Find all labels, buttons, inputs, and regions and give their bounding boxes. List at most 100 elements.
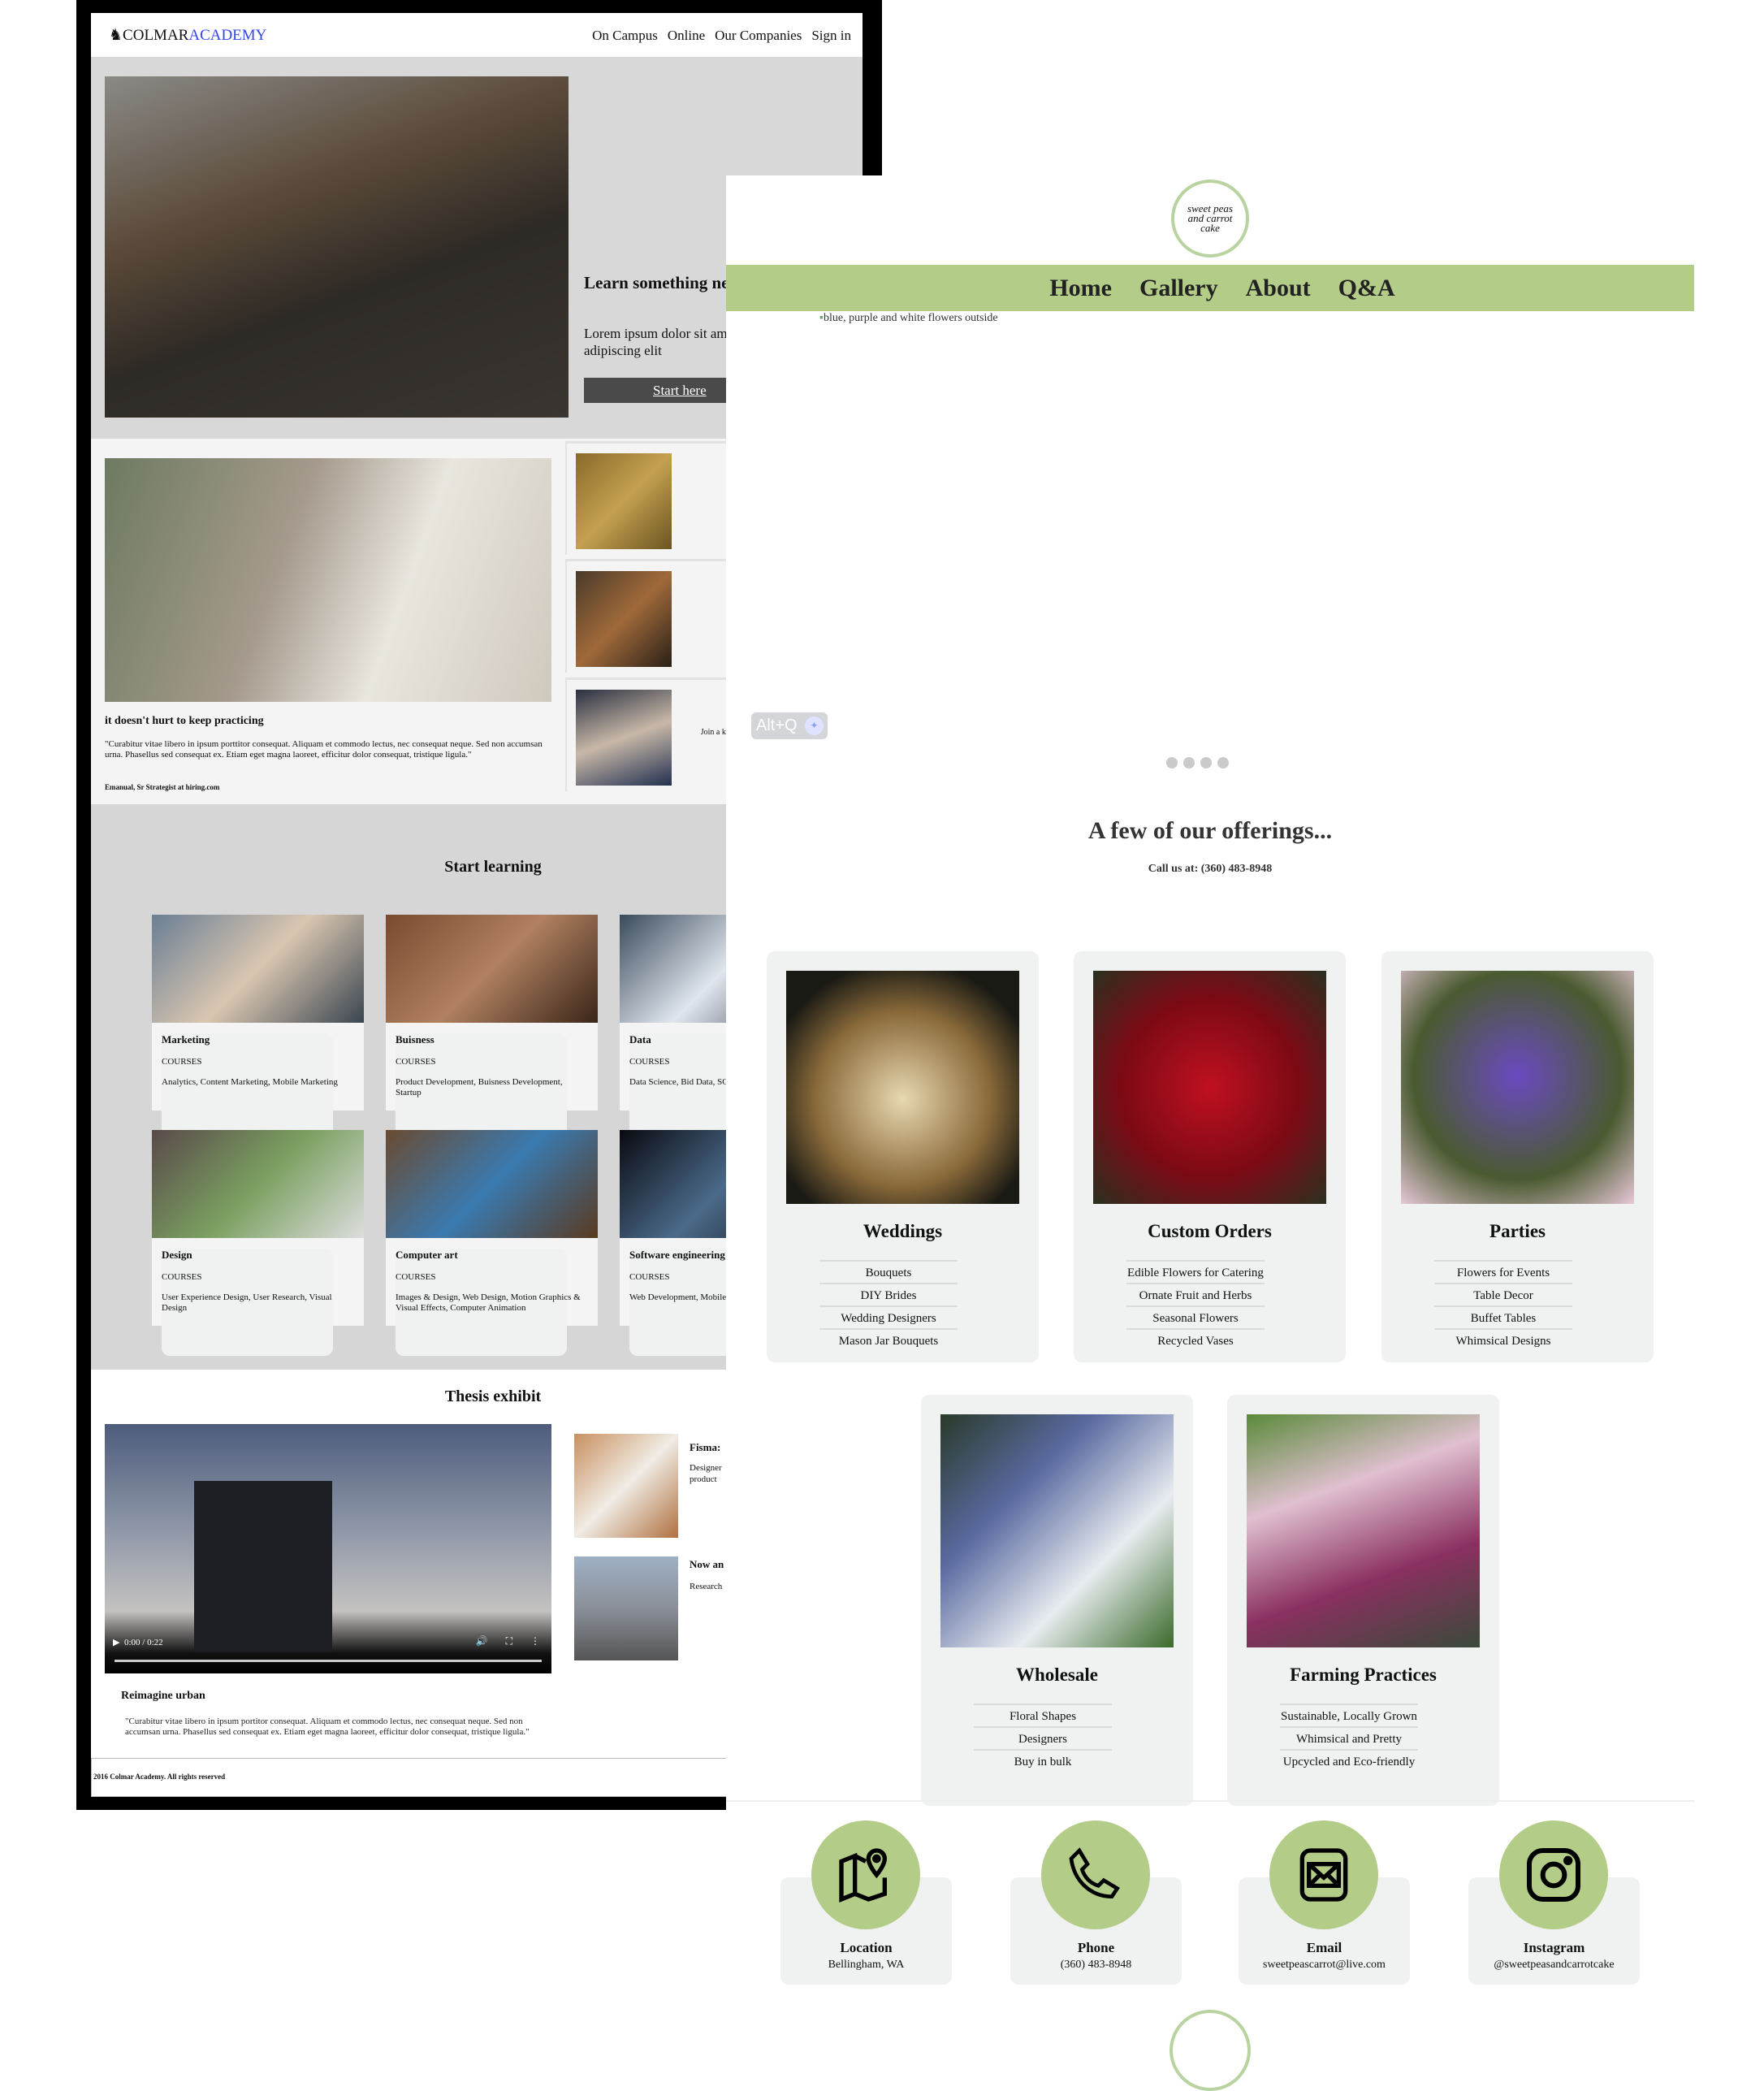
nav-about[interactable]: About xyxy=(1246,275,1311,302)
offering-item: Flowers for Events xyxy=(1434,1260,1572,1283)
item-text: Research xyxy=(690,1582,723,1591)
nav-online[interactable]: Online xyxy=(668,28,705,44)
play-icon[interactable]: ▶ xyxy=(113,1638,119,1647)
divider xyxy=(726,1800,1694,1802)
course-kind: COURSES xyxy=(162,1057,202,1067)
offering-image xyxy=(1093,971,1326,1204)
contact-value: Bellingham, WA xyxy=(828,1959,905,1971)
nav-sign-in[interactable]: Sign in xyxy=(811,28,851,44)
offering-list: Floral Shapes Designers Buy in bulk xyxy=(974,1704,1112,1772)
thesis-quote: "Curabitur vitae libero in ipsum portito… xyxy=(125,1717,530,1737)
offering-card: Farming Practices Sustainable, Locally Gr… xyxy=(1227,1395,1499,1806)
alt-q-badge[interactable]: Alt+Q ✦ xyxy=(751,712,828,739)
offering-image xyxy=(1247,1414,1480,1647)
fullscreen-icon[interactable]: ⛶ xyxy=(506,1635,512,1647)
offering-item: Whimsical Designs xyxy=(1434,1328,1572,1351)
course-kind: COURSES xyxy=(629,1057,670,1067)
top-nav: On Campus Online Our Companies Sign in xyxy=(592,28,851,44)
offering-card: Custom Orders Edible Flowers for Catering… xyxy=(1074,951,1346,1362)
feature-heading: it doesn't hurt to keep practicing xyxy=(105,715,264,727)
header: ♞COLMARACADEMY On Campus Online Our Comp… xyxy=(91,13,863,57)
item-title: Fisma: xyxy=(690,1441,721,1453)
offering-item: Mason Jar Bouquets xyxy=(819,1328,958,1351)
carousel-dot[interactable] xyxy=(1200,757,1212,768)
course-image xyxy=(152,1130,364,1238)
map-pin-icon[interactable] xyxy=(811,1820,920,1929)
course-kind: COURSES xyxy=(629,1272,670,1282)
offering-item: Floral Shapes xyxy=(974,1704,1112,1726)
course-card[interactable]: Buisness COURSES Product Development, Buis… xyxy=(386,915,598,1141)
instagram-icon[interactable] xyxy=(1499,1820,1608,1929)
course-image xyxy=(386,1130,598,1238)
nav-our-companies[interactable]: Our Companies xyxy=(715,28,802,44)
offering-item: Whimsical and Pretty xyxy=(1280,1726,1418,1749)
offering-list: Flowers for Events Table Decor Buffet Tabl… xyxy=(1434,1260,1572,1351)
course-card[interactable]: Computer art COURSES Images & Design, Web … xyxy=(386,1130,598,1356)
course-card[interactable]: Marketing COURSES Analytics, Content Marke… xyxy=(152,915,364,1141)
offering-card: Weddings Bouquets DIY Brides Wedding Design… xyxy=(767,951,1039,1362)
nav-on-campus[interactable]: On Campus xyxy=(592,28,658,44)
footer-logo xyxy=(1170,2010,1251,2091)
offering-item: DIY Brides xyxy=(819,1283,958,1305)
assistant-icon: ✦ xyxy=(805,716,824,735)
thesis-heading: Reimagine urban xyxy=(121,1690,205,1702)
knight-icon: ♞ xyxy=(109,27,123,44)
video-player[interactable]: ▶ 0:00 / 0:22 🔊 ⛶ ⋮ xyxy=(105,1424,551,1673)
item-text: Designer product xyxy=(690,1463,722,1484)
course-desc: Analytics, Content Marketing, Mobile Mar… xyxy=(162,1077,338,1087)
carousel-dot[interactable] xyxy=(1166,757,1178,768)
thumbnail xyxy=(576,571,672,667)
offering-title: Custom Orders xyxy=(1148,1221,1272,1241)
offering-title: Weddings xyxy=(863,1221,943,1241)
thumbnail xyxy=(576,690,672,786)
video-frame xyxy=(194,1481,332,1652)
offering-item: Wedding Designers xyxy=(819,1305,958,1328)
offering-image xyxy=(786,971,1019,1204)
call-us: Call us at: (360) 483-8948 xyxy=(1148,863,1273,875)
offering-image xyxy=(940,1414,1174,1647)
course-card[interactable]: Design COURSES User Experience Design, Use… xyxy=(152,1130,364,1356)
nav-qa[interactable]: Q&A xyxy=(1338,275,1395,302)
offering-item: Sustainable, Locally Grown xyxy=(1280,1704,1418,1726)
contact-label: Phone xyxy=(1077,1940,1115,1955)
main-nav: Home Gallery About Q&A xyxy=(726,265,1694,311)
copyright: 2016 Colmar Academy. All rights reserved xyxy=(93,1773,226,1781)
nav-gallery[interactable]: Gallery xyxy=(1139,275,1218,302)
broken-hero-image: ▪blue, purple and white flowers outside xyxy=(819,312,998,324)
course-image xyxy=(386,915,598,1023)
envelope-icon[interactable] xyxy=(1269,1820,1378,1929)
offering-item: Buy in bulk xyxy=(974,1749,1112,1772)
feature-image xyxy=(105,458,551,702)
offering-item: Table Decor xyxy=(1434,1283,1572,1305)
offerings-title: A few of our offerings... xyxy=(1087,817,1333,844)
thumbnail xyxy=(574,1434,678,1538)
course-desc: User Experience Design, User Research, V… xyxy=(162,1292,332,1313)
offering-item: Seasonal Flowers xyxy=(1126,1305,1265,1328)
carousel-dot[interactable] xyxy=(1217,757,1229,768)
colmar-logo[interactable]: ♞COLMARACADEMY xyxy=(109,26,266,45)
offering-item: Ornate Fruit and Herbs xyxy=(1126,1283,1265,1305)
volume-icon[interactable]: 🔊 xyxy=(476,1635,488,1647)
sweetpeas-logo[interactable]: sweet peas and carrot cake xyxy=(1171,180,1249,258)
contact-label: Location xyxy=(840,1940,893,1955)
offering-list: Sustainable, Locally Grown Whimsical and … xyxy=(1280,1704,1418,1772)
contact-label: Email xyxy=(1306,1940,1342,1955)
course-kind: COURSES xyxy=(396,1272,436,1282)
offering-title: Parties xyxy=(1489,1221,1546,1241)
offering-image xyxy=(1401,971,1634,1204)
contact-value[interactable]: @sweetpeasandcarrotcake xyxy=(1468,1959,1640,1972)
more-icon[interactable]: ⋮ xyxy=(530,1635,540,1647)
offering-list: Edible Flowers for Catering Ornate Fruit … xyxy=(1126,1260,1265,1351)
phone-icon[interactable] xyxy=(1041,1820,1150,1929)
contact-value[interactable]: (360) 483-8948 xyxy=(1010,1959,1182,1972)
course-kind: COURSES xyxy=(162,1272,202,1282)
carousel-dot[interactable] xyxy=(1183,757,1195,768)
course-desc: Images & Design, Web Design, Motion Grap… xyxy=(396,1292,581,1313)
course-kind: COURSES xyxy=(396,1057,436,1067)
feature-quote: "Curabitur vitae libero in ipsum porttit… xyxy=(105,739,543,760)
video-progress[interactable] xyxy=(115,1660,542,1662)
nav-home[interactable]: Home xyxy=(1049,275,1112,302)
offering-item: Edible Flowers for Catering xyxy=(1126,1260,1265,1283)
contact-value[interactable]: sweetpeascarrot@live.com xyxy=(1239,1959,1410,1972)
course-desc: Product Development, Buisness Developmen… xyxy=(396,1077,563,1097)
